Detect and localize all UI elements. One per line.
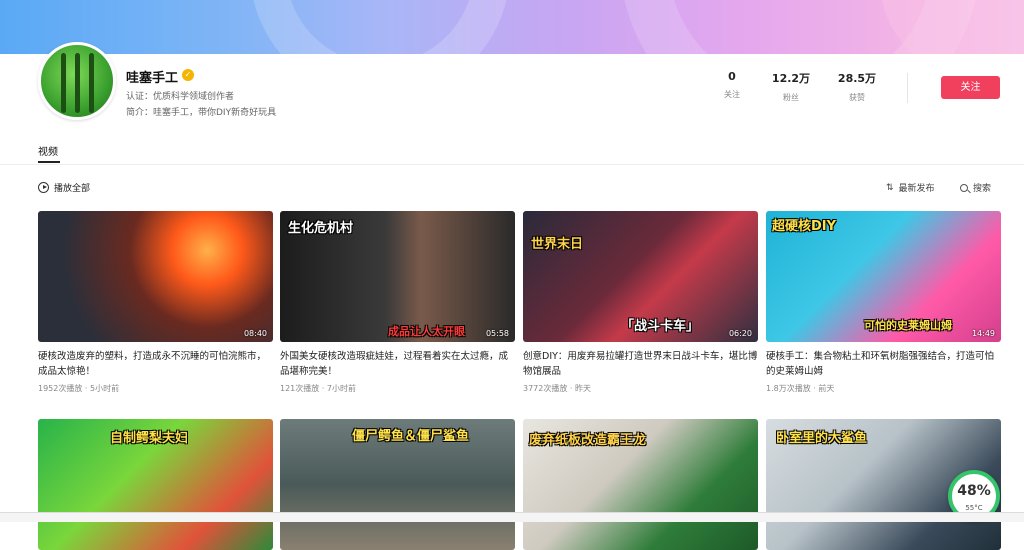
profile-banner [0, 0, 1024, 54]
channel-name: 哇塞手工 [126, 71, 179, 86]
video-card[interactable]: 生化危机村 成品让人太开眼 05:58 外国美女硬核改造瑕疵娃娃，过程看着实在太… [280, 211, 515, 394]
video-card[interactable]: 僵尸鳄鱼＆僵尸鲨鱼 [280, 419, 515, 550]
stat-following[interactable]: 0 关注 [702, 70, 762, 100]
play-icon [38, 182, 49, 193]
video-card[interactable]: 08:40 硬核改造废弃的塑料，打造成永不沉睡的可怕浣熊市，成品太惊艳！ 195… [38, 211, 273, 394]
tab-divider [0, 164, 1024, 165]
stat-label: 粉丝 [783, 93, 799, 102]
thumbnail-overlay-text: 生化危机村 [288, 221, 354, 236]
video-duration: 06:20 [728, 329, 752, 338]
stat-number: 28.5万 [837, 72, 877, 85]
video-thumbnail[interactable]: 超硬核DIY 可怕的史莱姆山姆 14:49 [766, 211, 1001, 342]
thumbnail-overlay-text: 可怕的史莱姆山姆 [864, 319, 952, 332]
browser-status-bar [0, 512, 1024, 522]
video-thumbnail[interactable]: 08:40 [38, 211, 273, 342]
video-meta: 1952次播放 · 5小时前 [38, 384, 120, 393]
stat-label: 关注 [724, 90, 740, 99]
thumbnail-overlay-text: 废弃纸板改造霸王龙 [529, 433, 647, 448]
follow-button[interactable]: 关注 [941, 76, 1000, 99]
video-card[interactable]: 世界末日 「战斗卡车」 06:20 创意DIY：用废弃易拉罐打造世界末日战斗卡车… [523, 211, 758, 394]
tab-videos[interactable]: 视频 [38, 143, 58, 158]
play-all-button[interactable]: 播放全部 [38, 181, 90, 194]
video-title[interactable]: 外国美女硬核改造瑕疵娃娃，过程看着实在太过瘾，成品堪称完美！ [280, 349, 515, 379]
gauge-percent: 48% [957, 483, 991, 499]
thumbnail-overlay-text: 僵尸鳄鱼＆僵尸鲨鱼 [352, 429, 470, 444]
video-title[interactable]: 创意DIY：用废弃易拉罐打造世界末日战斗卡车，堪比博物馆展品 [523, 349, 758, 379]
stat-number: 12.2万 [771, 72, 811, 85]
tab-active-indicator [38, 161, 60, 163]
video-title[interactable]: 硬核改造废弃的塑料，打造成永不沉睡的可怕浣熊市，成品太惊艳！ [38, 349, 273, 379]
gauge-temperature: 55°C [965, 504, 983, 512]
certification-text: 认证：优质科学领域创作者 [126, 92, 235, 102]
sort-icon: ⇅ [886, 182, 894, 193]
video-meta: 121次播放 · 7小时前 [280, 384, 356, 393]
video-thumbnail[interactable]: 僵尸鳄鱼＆僵尸鲨鱼 [280, 419, 515, 550]
sort-button[interactable]: ⇅ 最新发布 [886, 181, 935, 195]
divider [907, 73, 908, 103]
thumbnail-overlay-text: 自制鳄梨夫妇 [110, 431, 189, 446]
video-meta: 1.8万次播放 · 前天 [766, 384, 835, 393]
search-label: 搜索 [973, 184, 992, 194]
video-title[interactable]: 硬核手工：集合物粘土和环氧树脂强强结合，打造可怕的史莱姆山姆 [766, 349, 1001, 379]
verified-badge-icon: ✓ [182, 69, 194, 81]
video-card[interactable]: 自制鳄梨夫妇 [38, 419, 273, 550]
video-meta: 3772次播放 · 昨天 [523, 384, 591, 393]
search-button[interactable]: 搜索 [960, 181, 991, 194]
stat-label: 获赞 [849, 93, 865, 102]
thumbnail-overlay-text: 世界末日 [531, 237, 584, 252]
search-icon [960, 183, 968, 192]
stat-likes: 28.5万 获赞 [827, 70, 887, 103]
video-duration: 05:58 [485, 329, 509, 338]
video-thumbnail[interactable]: 自制鳄梨夫妇 [38, 419, 273, 550]
video-thumbnail[interactable]: 世界末日 「战斗卡车」 06:20 [523, 211, 758, 342]
avatar[interactable] [38, 42, 116, 120]
play-all-label: 播放全部 [54, 184, 91, 194]
thumbnail-overlay-text: 超硬核DIY [772, 219, 837, 234]
thumbnail-overlay-text: 成品让人太开眼 [388, 325, 465, 338]
stat-fans[interactable]: 12.2万 粉丝 [761, 70, 821, 103]
intro-text: 简介：哇塞手工，带你DIY新奇好玩具 [126, 108, 277, 118]
video-thumbnail[interactable]: 废弃纸板改造霸王龙 [523, 419, 758, 550]
stat-number: 0 [728, 70, 736, 83]
sort-label: 最新发布 [898, 184, 935, 194]
video-thumbnail[interactable]: 生化危机村 成品让人太开眼 05:58 [280, 211, 515, 342]
video-duration: 14:49 [971, 329, 995, 338]
video-duration: 08:40 [243, 329, 267, 338]
video-card[interactable]: 超硬核DIY 可怕的史莱姆山姆 14:49 硬核手工：集合物粘土和环氧树脂强强结… [766, 211, 1001, 394]
thumbnail-overlay-text: 卧室里的大鲨鱼 [776, 431, 868, 446]
video-card[interactable]: 废弃纸板改造霸王龙 [523, 419, 758, 550]
thumbnail-overlay-text: 「战斗卡车」 [621, 319, 700, 334]
